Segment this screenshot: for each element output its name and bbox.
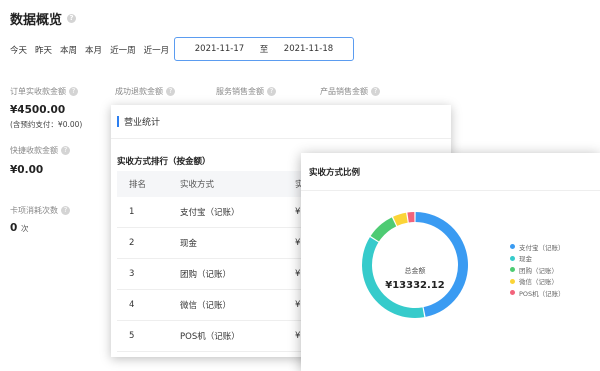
row-method: 团购（记账） [180,270,232,280]
header-accent-bar [117,116,119,127]
ranking-subtitle: 实收方式排行（按金额） [117,157,211,167]
metric-label-text: 订单实收款金额 [10,87,66,96]
legend-item[interactable]: 团购（记账） [510,264,565,276]
filter-this-week[interactable]: 本周 [60,44,77,56]
metric-label-text: 卡项消耗次数 [10,206,58,215]
payment-ratio-header: 实收方式比例 [301,153,600,191]
legend-item[interactable]: POS机（记账） [510,287,565,299]
legend-dot-icon [510,255,515,261]
help-icon[interactable]: ? [69,87,78,96]
metric-order-amount-sub: (含预约支付：¥0.00) [10,120,83,129]
donut-center-label: 总金额 [404,267,426,275]
column-rank: 排名 [129,180,147,190]
legend-item[interactable]: 支付宝（记账） [510,241,565,253]
column-method: 实收方式 [180,180,215,190]
donut-slice-2[interactable] [362,237,425,318]
business-stats-header: 营业统计 [111,105,451,139]
row-method: 支付宝（记账） [180,208,240,218]
filter-today[interactable]: 今天 [10,44,27,56]
metric-quick-amount-label: 快捷收款金额 ? [10,145,70,156]
date-separator: 至 [259,45,269,55]
help-icon[interactable]: ? [67,14,77,23]
row-rank: 4 [129,300,135,310]
legend-label: POS机（记账） [519,289,565,298]
help-icon[interactable]: ? [61,206,70,215]
row-method: 现金 [180,239,198,249]
legend-item[interactable]: 微信（记账） [510,276,565,288]
metric-label-text: 产品销售金额 [320,87,368,96]
metric-label-text: 快捷收款金额 [10,146,58,155]
filter-last-month[interactable]: 近一月 [144,44,170,56]
metric-card-times-label: 卡项消耗次数 ? [10,205,70,216]
metric-label-text: 服务销售金额 [216,87,264,96]
help-icon[interactable]: ? [371,87,380,96]
legend-label: 微信（记账） [519,278,558,287]
help-icon[interactable]: ? [267,87,276,96]
legend-dot-icon [510,290,515,296]
metric-label-text: 成功退款金额 [115,87,163,96]
help-icon[interactable]: ? [166,87,175,96]
donut-slice-1[interactable] [415,212,469,317]
metric-product-sales-label: 产品销售金额 ? [320,86,380,97]
date-start[interactable]: 2021-11-17 [195,44,244,54]
filter-this-month[interactable]: 本月 [85,44,102,56]
donut-slice-5[interactable] [407,212,415,223]
page-title-text: 数据概览 [10,13,63,28]
donut-chart-container [359,209,471,321]
donut-center-value: ¥13332.12 [385,280,445,291]
legend-dot-icon [510,244,515,250]
legend-dot-icon [510,267,515,273]
row-rank: 1 [129,207,135,217]
row-method: 微信（记账） [180,301,232,311]
donut-slice-4[interactable] [393,212,408,226]
date-range-picker[interactable]: 2021-11-17 至 2021-11-18 [174,37,354,61]
metric-order-amount-value: ¥4500.00 [10,104,66,116]
legend-label: 现金 [519,255,532,264]
metric-card-times-number: 0 [10,222,18,234]
business-stats-title: 营业统计 [124,118,161,128]
metric-card-times-value: 0 次 [10,222,28,234]
metric-service-sales-label: 服务销售金额 ? [216,86,276,97]
chart-legend: 支付宝（记账） 现金团购（记账） 微信（记账） POS机（记账） [510,241,565,299]
page-title: 数据概览 ? [10,9,77,28]
date-end[interactable]: 2021-11-18 [284,44,333,54]
legend-label: 团购（记账） [519,266,558,275]
legend-dot-icon [510,278,515,284]
filter-last-week[interactable]: 近一周 [110,44,136,56]
row-method: POS机（记账） [180,332,240,342]
help-icon[interactable]: ? [61,146,70,155]
metric-refund-label: 成功退款金额 ? [115,86,175,97]
row-rank: 5 [129,331,135,341]
metric-quick-amount-value: ¥0.00 [10,164,44,176]
quick-filter-bar: 今天 昨天 本周 本月 近一周 近一月 [10,44,169,56]
filter-yesterday[interactable]: 昨天 [35,44,52,56]
metric-card-times-unit: 次 [20,224,29,233]
payment-ratio-panel: 实收方式比例 总金额 ¥13332.12 支付宝（记账） 现金团购（记账） 微信（记… [301,153,600,371]
row-rank: 3 [129,269,135,279]
legend-label: 支付宝（记账） [519,243,565,252]
donut-chart [362,212,469,318]
legend-item[interactable]: 现金 [510,253,565,265]
row-rank: 2 [129,238,135,248]
donut-slice-3[interactable] [370,217,397,242]
metric-order-amount-label: 订单实收款金额 ? [10,86,78,97]
